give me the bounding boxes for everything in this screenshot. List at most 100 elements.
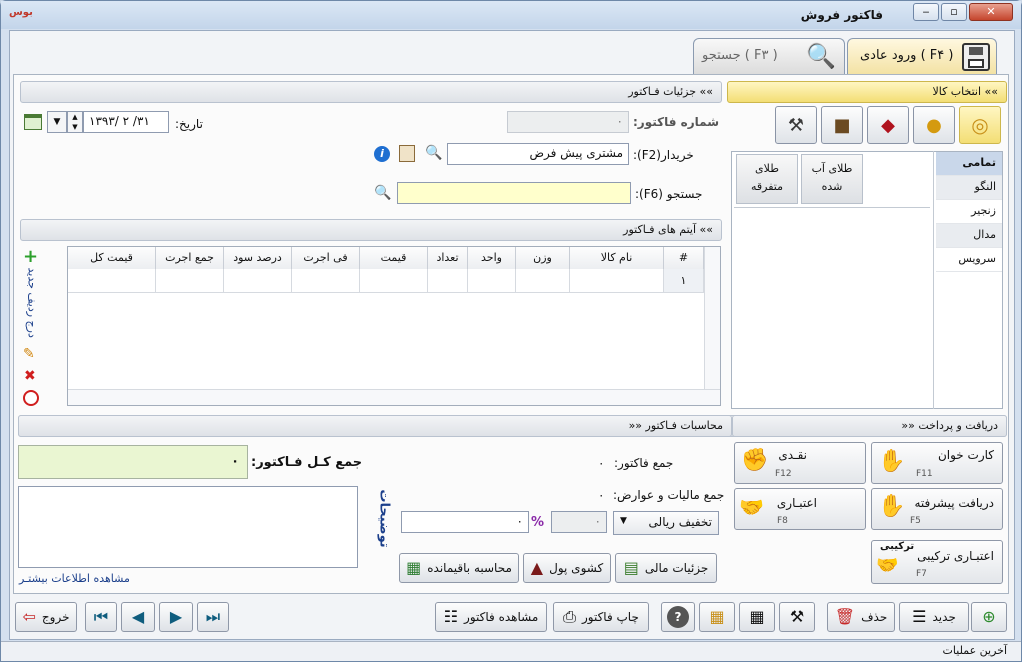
calculator-button-icon[interactable]: ▦ xyxy=(739,602,775,632)
table-cell[interactable] xyxy=(428,269,468,293)
tab-normal-entry-label: ورود عادی ( F۴ ) xyxy=(860,48,954,63)
tax-label: جمع مالیات و عوارض: xyxy=(613,488,725,502)
invoice-items-table[interactable]: # نام کالا وزن واحد تعداد قیمت فی اجرت د… xyxy=(67,246,721,406)
diamond-icon[interactable]: ◆ xyxy=(867,106,909,144)
col-header-price[interactable]: قیمت xyxy=(360,247,428,269)
delete-row-icon[interactable]: ✖ xyxy=(24,368,36,384)
financial-details-button[interactable]: جزئیات مالی ▤ xyxy=(615,553,717,583)
rings-icon[interactable]: ◎ xyxy=(959,106,1001,144)
product-tile-misc-gold-line2: متفرقه xyxy=(750,180,783,193)
buyer-search-icon[interactable]: 🔍 xyxy=(425,145,442,161)
col-header-product-name[interactable]: نام کالا xyxy=(570,247,664,269)
application-window: بوس فاکتور فروش ‒ ▫ ✕ ورود عادی ( F۴ ) ج… xyxy=(0,0,1022,662)
exit-button[interactable]: خروج ⇦ xyxy=(15,602,77,632)
table-row-number[interactable]: ۱ xyxy=(664,269,704,293)
category-item-bangle[interactable]: النگو xyxy=(936,176,1002,200)
previous-icon: ◀ xyxy=(131,607,145,626)
add-row-label[interactable]: درج ردیف جدید xyxy=(26,268,39,338)
horizontal-scrollbar[interactable] xyxy=(68,389,720,405)
add-document-icon[interactable]: ⊕ xyxy=(971,602,1007,632)
discount-percent-field[interactable]: ۰ xyxy=(551,511,607,533)
calendar-icon[interactable] xyxy=(24,114,42,130)
col-header-profit-percent[interactable]: درصد سود xyxy=(224,247,292,269)
product-search-field[interactable] xyxy=(397,182,631,204)
discount-type-select[interactable]: تخفیف ریالی ▼ xyxy=(613,511,719,535)
product-search-icon[interactable]: 🔍 xyxy=(374,185,391,201)
last-record-button[interactable]: ⏭ xyxy=(197,602,229,632)
remaining-calc-button[interactable]: محاسبه باقیمانده ▦ xyxy=(399,553,519,583)
product-tile-misc-gold[interactable]: طلای متفرقه xyxy=(736,154,798,204)
date-spinner[interactable]: ▲ ▼ xyxy=(67,111,83,133)
cash-drawer-button[interactable]: کشوی پول ▲ xyxy=(523,553,611,583)
table-cell[interactable] xyxy=(516,269,570,293)
calc-header: »» محاسبات فـاکتور xyxy=(628,419,723,432)
combined-credit-key: F7 xyxy=(916,569,927,579)
print-invoice-button[interactable]: چاپ فاکتور ⎙ xyxy=(553,602,649,632)
credit-button[interactable]: اعتبـاری F8 🤝 xyxy=(734,488,866,530)
add-row-icon[interactable]: + xyxy=(23,246,38,267)
vertical-scrollbar[interactable] xyxy=(704,247,720,389)
hammer-icon[interactable]: ⚒ xyxy=(775,106,817,144)
category-item-chain[interactable]: زنجیر xyxy=(936,200,1002,224)
discount-amount-field[interactable]: ۰ xyxy=(401,511,529,533)
col-header-row-number[interactable]: # xyxy=(664,247,704,269)
table-cell[interactable] xyxy=(156,269,224,293)
col-header-count[interactable]: تعداد xyxy=(428,247,468,269)
percent-sign: % xyxy=(531,515,545,530)
combined-credit-badge: ترکیبی xyxy=(880,541,915,552)
next-record-button[interactable]: ▶ xyxy=(159,602,193,632)
product-tile-plated-gold-line2: شده xyxy=(821,180,843,193)
tab-normal-entry[interactable]: ورود عادی ( F۴ ) xyxy=(847,38,997,74)
calculator-icon: ▦ xyxy=(406,558,422,577)
minimize-button[interactable]: ‒ xyxy=(913,3,939,21)
cash-button[interactable]: نقـدی F12 ✊ xyxy=(734,442,866,484)
delete-button[interactable]: حذف 🗑 xyxy=(827,602,895,632)
tab-search[interactable]: جستجو ( F۳ ) 🔍 xyxy=(693,38,845,74)
maximize-button[interactable]: ▫ xyxy=(941,3,967,21)
col-header-wage-total[interactable]: جمع اجرت xyxy=(156,247,224,269)
person-card-icon[interactable] xyxy=(399,145,415,162)
new-button[interactable]: جدید ☰ xyxy=(899,602,969,632)
category-item-set[interactable]: سرویس xyxy=(936,248,1002,272)
table-cell[interactable] xyxy=(468,269,516,293)
view-invoice-button[interactable]: مشاهده فاکتور ☷ xyxy=(435,602,547,632)
box-icon[interactable]: ■ xyxy=(821,106,863,144)
last-icon: ⏭ xyxy=(205,607,221,626)
edit-row-icon[interactable]: ✎ xyxy=(23,346,35,362)
date-dropdown-button[interactable]: ▼ xyxy=(47,111,67,133)
gold-calculator-icon[interactable]: ▦ xyxy=(699,602,735,632)
category-item-medal[interactable]: مدال xyxy=(936,224,1002,248)
card-reader-button[interactable]: کارت خوان F11 ✋ xyxy=(871,442,1003,484)
col-header-weight[interactable]: وزن xyxy=(516,247,570,269)
product-tile-plated-gold[interactable]: طلای آب شده xyxy=(801,154,863,204)
invoice-items-header: »» آیتم های فـاکتور xyxy=(20,219,722,241)
col-header-total-price[interactable]: قیمت کل xyxy=(68,247,156,269)
cancel-row-icon[interactable] xyxy=(23,390,39,406)
combined-credit-button[interactable]: اعتبـاری ترکیبی F7 ترکیبی 🤝 xyxy=(871,540,1003,584)
first-record-button[interactable]: ⏮ xyxy=(85,602,117,632)
category-item-all[interactable]: تمامی کالاها xyxy=(936,152,1002,191)
previous-record-button[interactable]: ◀ xyxy=(121,602,155,632)
coins-icon[interactable]: ● xyxy=(913,106,955,144)
table-cell[interactable] xyxy=(292,269,360,293)
table-cell[interactable] xyxy=(224,269,292,293)
more-info-link[interactable]: مشاهده اطلاعات بیشتـر xyxy=(19,572,130,585)
card-reader-label: کارت خوان xyxy=(937,448,994,462)
exit-door-icon: ⇦ xyxy=(22,607,36,626)
receive-header: »» دریافت و پرداخت xyxy=(901,419,998,432)
exit-label: خروج xyxy=(41,610,70,624)
close-button[interactable]: ✕ xyxy=(969,3,1013,21)
window-title: فاکتور فروش xyxy=(800,8,883,22)
table-cell[interactable] xyxy=(68,269,156,293)
advanced-receive-button[interactable]: دریافت پیشرفته F5 ✋ xyxy=(871,488,1003,530)
info-icon[interactable]: i xyxy=(374,146,390,162)
table-cell[interactable] xyxy=(570,269,664,293)
tools-icon[interactable]: ⚒ xyxy=(779,602,815,632)
col-header-unit[interactable]: واحد xyxy=(468,247,516,269)
help-button[interactable]: ? xyxy=(661,602,695,632)
col-header-wage-unit[interactable]: فی اجرت xyxy=(292,247,360,269)
table-cell[interactable] xyxy=(360,269,428,293)
buyer-field[interactable]: مشتری پیش فرض xyxy=(447,143,629,165)
date-field[interactable]: ۱۳۹۳/ ۲ /۳۱ xyxy=(83,111,169,133)
notes-field[interactable] xyxy=(18,486,358,568)
